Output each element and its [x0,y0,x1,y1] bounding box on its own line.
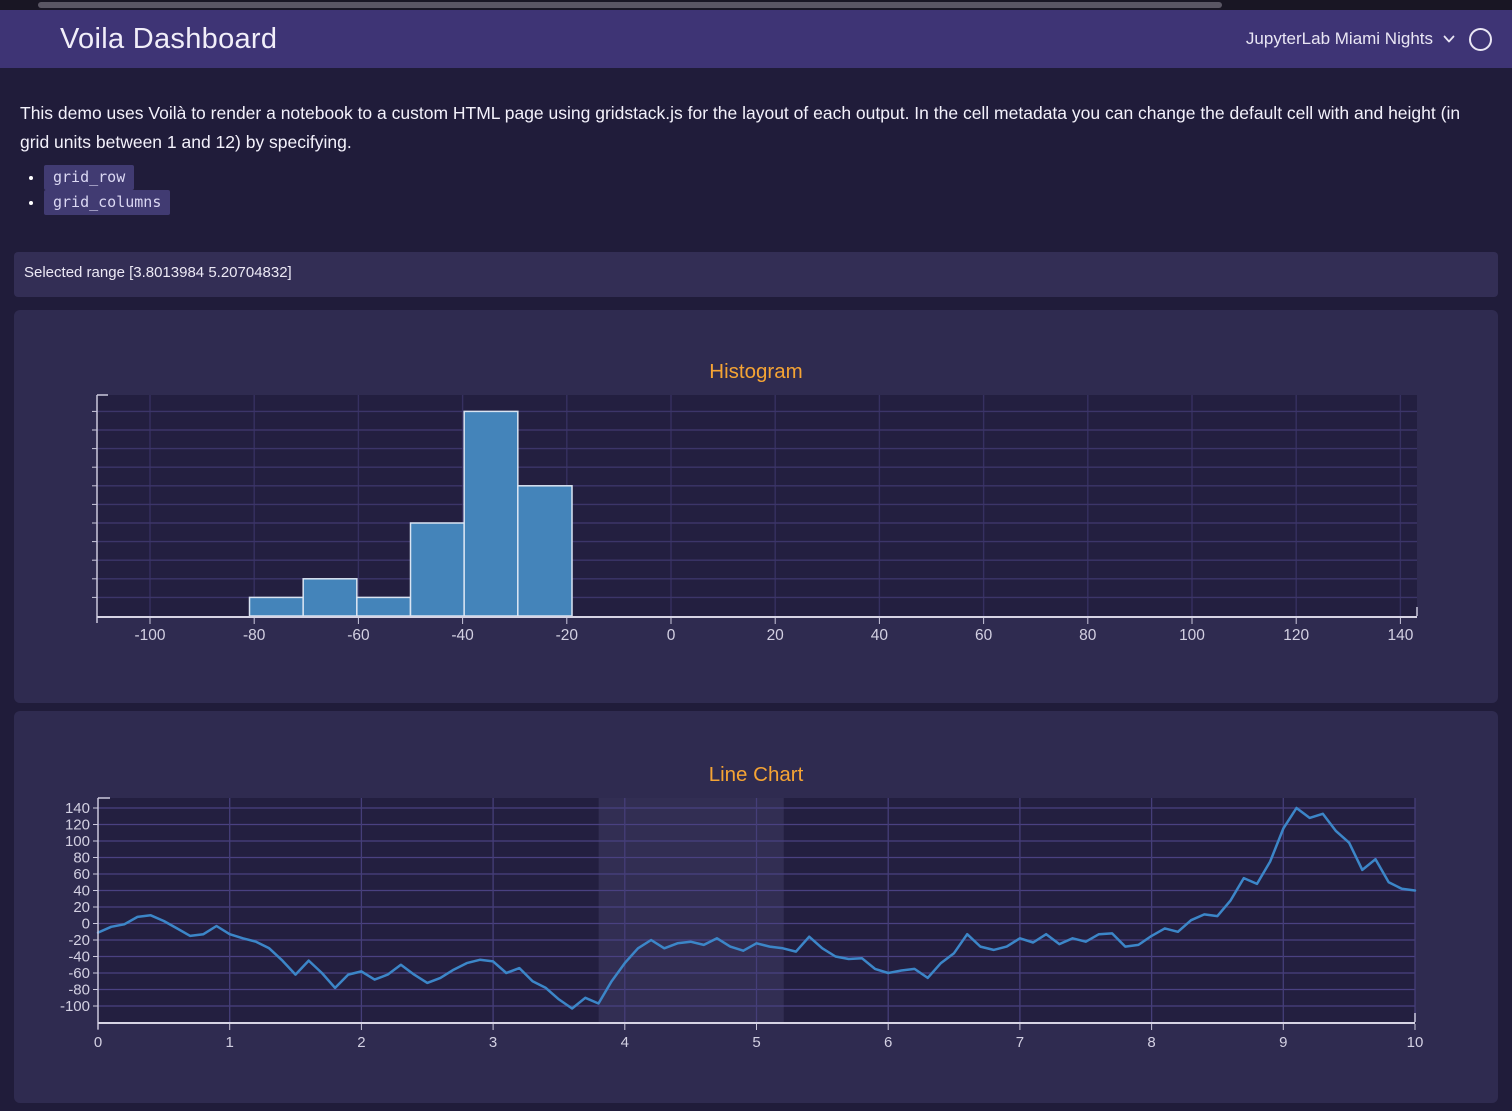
svg-text:60: 60 [975,627,993,644]
line-chart-panel: Line Chart 140120100806040200-20-40-60-8… [14,711,1498,1103]
svg-text:-40: -40 [68,949,90,966]
svg-text:140: 140 [65,800,90,817]
svg-text:120: 120 [65,817,90,834]
svg-text:0: 0 [667,627,676,644]
list-item: grid_row [44,168,170,186]
svg-text:-100: -100 [60,998,90,1015]
intro-description: This demo uses Voilà to render a noteboo… [20,99,1482,156]
svg-text:60: 60 [73,866,90,883]
theme-selector[interactable]: JupyterLab Miami Nights [1246,29,1456,49]
svg-text:-20: -20 [68,932,90,949]
app-header: Voila Dashboard JupyterLab Miami Nights [0,10,1512,68]
kernel-status-icon [1469,28,1492,51]
svg-text:100: 100 [65,833,90,850]
svg-text:20: 20 [73,899,90,916]
chevron-down-icon [1442,32,1456,46]
svg-text:-80: -80 [68,982,90,999]
svg-text:3: 3 [489,1034,497,1051]
top-scrollbar-track [0,0,1512,10]
svg-text:2: 2 [357,1034,365,1051]
svg-text:-60: -60 [68,965,90,982]
svg-text:40: 40 [871,627,889,644]
svg-text:8: 8 [1147,1034,1155,1051]
svg-text:-60: -60 [347,627,370,644]
scrollbar-thumb[interactable] [38,2,1222,8]
svg-text:5: 5 [752,1034,760,1051]
list-item: grid_columns [44,193,170,211]
svg-text:80: 80 [73,850,90,867]
svg-text:20: 20 [767,627,785,644]
histogram-panel: Histogram -100-80-60-40-2002040608010012… [14,310,1498,703]
theme-selector-label: JupyterLab Miami Nights [1246,29,1433,49]
svg-text:9: 9 [1279,1034,1287,1051]
histogram-chart[interactable]: -100 -80 -60 -40 -20 0 20 40 60 80 100 120 140 [14,310,1498,703]
svg-text:120: 120 [1283,627,1309,644]
svg-text:-40: -40 [451,627,474,644]
selected-range-panel: Selected range [3.8013984 5.20704832] [14,252,1498,297]
svg-text:7: 7 [1016,1034,1024,1051]
svg-text:100: 100 [1179,627,1205,644]
svg-text:-20: -20 [556,627,579,644]
svg-text:40: 40 [73,883,90,900]
svg-text:1: 1 [226,1034,234,1051]
svg-text:4: 4 [621,1034,629,1051]
svg-text:80: 80 [1079,627,1097,644]
svg-text:6: 6 [884,1034,892,1051]
selected-range-output: Selected range [3.8013984 5.20704832] [14,252,1498,281]
svg-text:0: 0 [82,916,90,933]
line-chart[interactable]: 140120100806040200-20-40-60-80-100012345… [14,711,1498,1103]
svg-text:-100: -100 [134,627,165,644]
svg-text:140: 140 [1387,627,1413,644]
app-title: Voila Dashboard [60,23,277,56]
svg-text:-80: -80 [243,627,266,644]
metadata-options-list: grid_row grid_columns [20,168,170,218]
grid-columns-code: grid_columns [44,190,170,215]
svg-text:10: 10 [1407,1034,1424,1051]
svg-text:0: 0 [94,1034,102,1051]
header-controls: JupyterLab Miami Nights [1246,10,1492,68]
grid-row-code: grid_row [44,165,134,190]
